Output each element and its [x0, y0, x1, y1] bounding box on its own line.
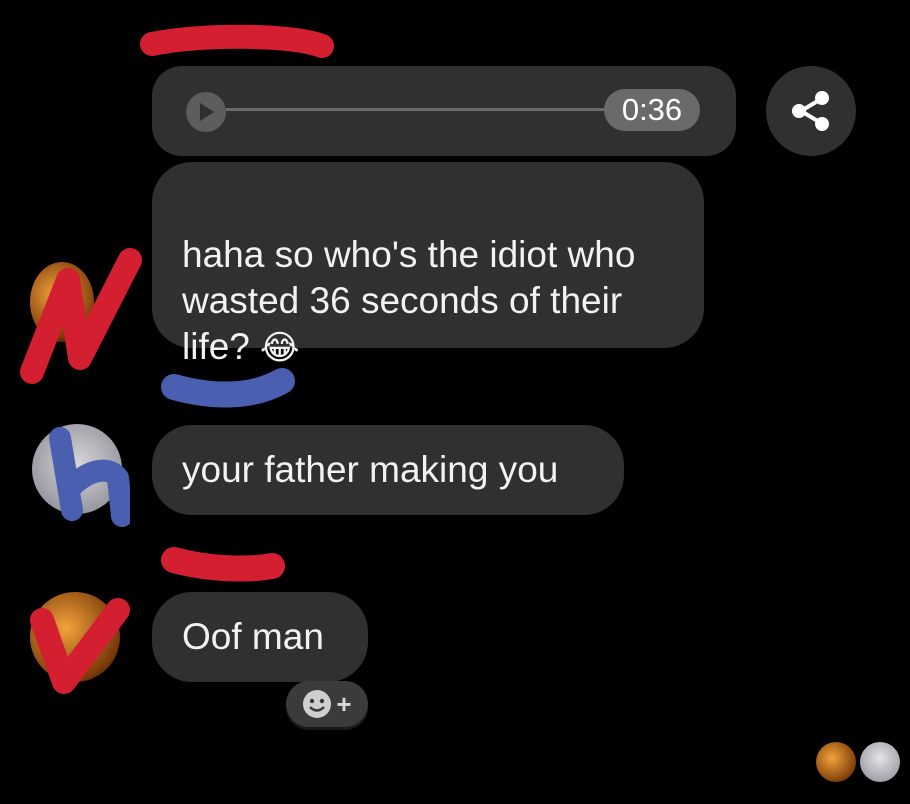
message-text: your father making you [182, 449, 559, 490]
play-button[interactable] [186, 92, 226, 132]
redaction-scribble [140, 24, 334, 58]
share-button[interactable] [766, 66, 856, 156]
add-reaction-icon [303, 690, 332, 718]
redaction-scribble [161, 368, 295, 408]
plus-icon: + [336, 689, 352, 719]
message-text: Oof man [182, 616, 324, 657]
share-icon [792, 91, 829, 131]
laughing-emoji: 😂 [259, 329, 300, 367]
audio-progress-track[interactable] [226, 108, 610, 111]
redaction-scribble [161, 547, 285, 582]
add-reaction-button[interactable]: + [286, 681, 368, 727]
avatar[interactable] [32, 424, 122, 514]
audio-duration: 0:36 [604, 89, 700, 131]
read-receipt-avatar [816, 742, 856, 782]
read-receipt-avatar [860, 742, 900, 782]
message-bubble[interactable]: Oof man [152, 592, 368, 682]
avatar[interactable] [30, 262, 94, 342]
avatar[interactable] [30, 592, 120, 682]
message-bubble[interactable]: haha so who's the idiot who wasted 36 se… [152, 162, 704, 367]
message-text: haha so who's the idiot who wasted 36 se… [182, 234, 636, 367]
play-icon [200, 103, 214, 121]
message-bubble[interactable]: your father making you [152, 425, 624, 515]
